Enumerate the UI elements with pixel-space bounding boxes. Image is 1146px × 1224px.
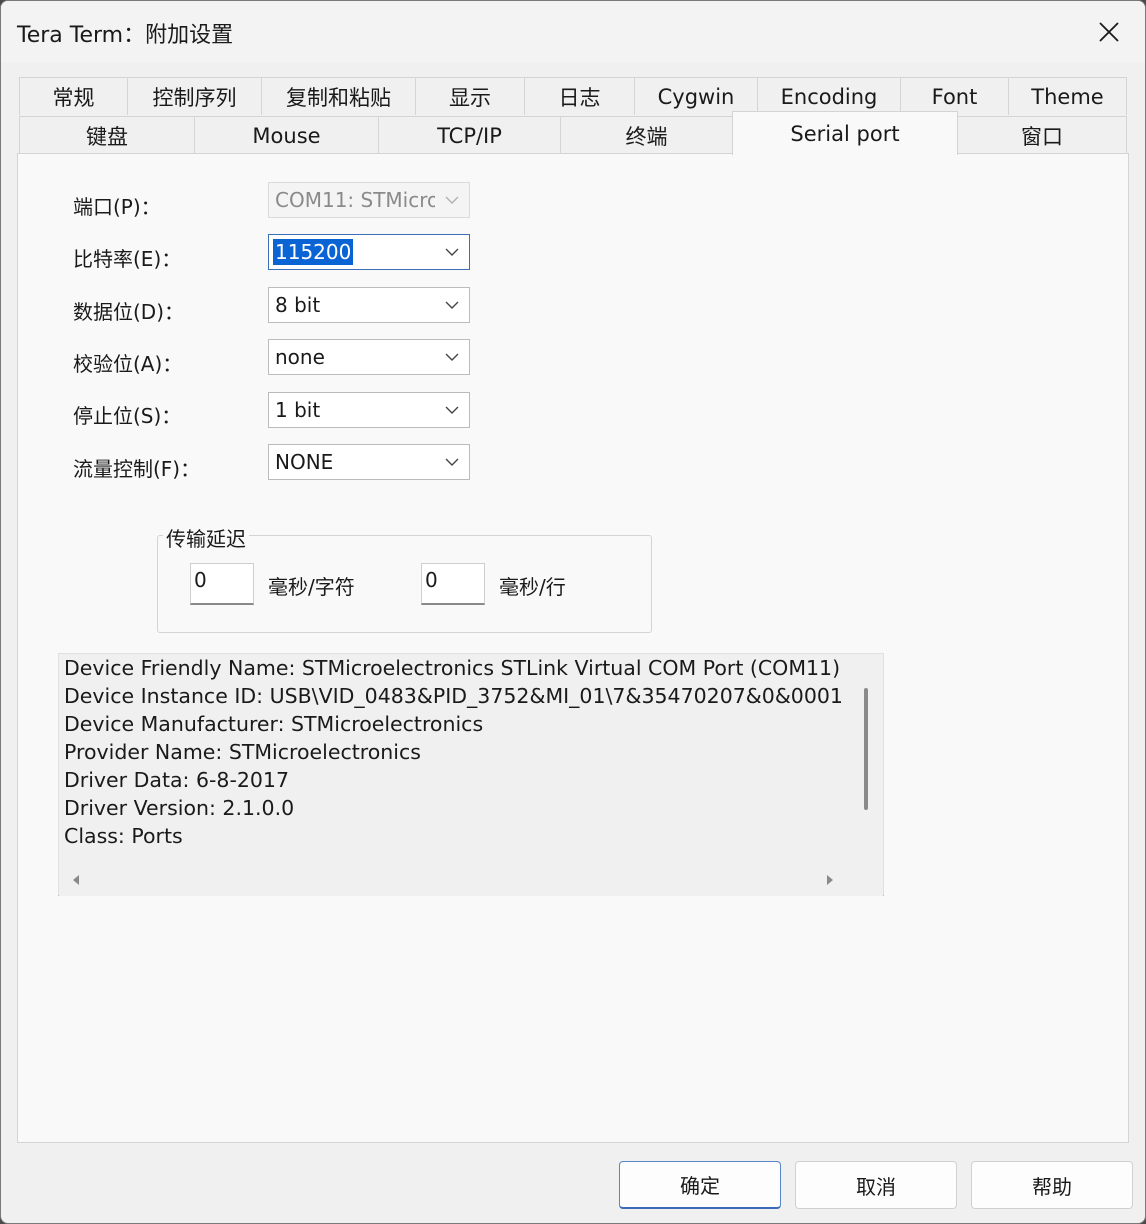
info-line: Class: Ports bbox=[64, 824, 183, 848]
info-line: Driver Version: 2.1.0.0 bbox=[64, 796, 295, 820]
tab-mouse[interactable]: Mouse bbox=[194, 116, 379, 154]
tab-log[interactable]: 日志 bbox=[524, 77, 635, 115]
tab-theme[interactable]: Theme bbox=[1008, 77, 1127, 115]
tab-display[interactable]: 显示 bbox=[415, 77, 525, 115]
tab-terminal[interactable]: 终端 bbox=[560, 116, 733, 154]
data-bits-label: 数据位(D)： bbox=[73, 300, 185, 324]
chevron-down-icon bbox=[445, 406, 459, 414]
tab-window[interactable]: 窗口 bbox=[957, 116, 1127, 154]
flow-control-value: NONE bbox=[275, 450, 334, 474]
scroll-right-icon[interactable] bbox=[825, 874, 835, 886]
baud-label: 比特率(E)： bbox=[73, 247, 182, 271]
tab-font[interactable]: Font bbox=[900, 77, 1009, 115]
char-delay-unit: 毫秒/字符 bbox=[268, 575, 355, 599]
stop-bits-select[interactable]: 1 bit bbox=[268, 392, 470, 428]
window-title: Tera Term：附加设置 bbox=[17, 23, 234, 48]
settings-dialog: Tera Term：附加设置 常规 控制序列 复制和粘贴 显示 日志 Cygwi… bbox=[0, 0, 1146, 1224]
char-delay-input[interactable]: 0 bbox=[190, 563, 254, 605]
chevron-down-icon bbox=[445, 458, 459, 466]
info-line: Device Friendly Name: STMicroelectronics… bbox=[64, 656, 841, 680]
tab-serial-port[interactable]: Serial port bbox=[732, 111, 958, 155]
help-button[interactable]: 帮助 bbox=[971, 1161, 1133, 1209]
port-select[interactable]: COM11: STMicro bbox=[268, 182, 470, 218]
info-line: Device Instance ID: USB\VID_0483&PID_375… bbox=[64, 684, 843, 708]
port-value: COM11: STMicro bbox=[275, 188, 435, 212]
title-bar: Tera Term：附加设置 bbox=[1, 1, 1145, 63]
baud-value: 115200 bbox=[273, 239, 354, 265]
horizontal-scrollbar[interactable] bbox=[59, 862, 883, 896]
device-info-box[interactable]: Device Friendly Name: STMicroelectronics… bbox=[58, 653, 884, 896]
port-label: 端口(P)： bbox=[73, 195, 161, 219]
line-delay-input[interactable]: 0 bbox=[421, 563, 485, 605]
stop-bits-label: 停止位(S)： bbox=[73, 404, 182, 428]
stop-bits-value: 1 bit bbox=[275, 398, 321, 422]
tab-encoding[interactable]: Encoding bbox=[757, 77, 901, 115]
tab-keyboard[interactable]: 键盘 bbox=[19, 116, 195, 154]
chevron-down-icon bbox=[445, 196, 459, 204]
tab-tcpip[interactable]: TCP/IP bbox=[378, 116, 561, 154]
info-line: Driver Data: 6-8-2017 bbox=[64, 768, 290, 792]
chevron-down-icon bbox=[445, 301, 459, 309]
transmit-delay-title: 传输延迟 bbox=[163, 523, 249, 552]
tab-cygwin[interactable]: Cygwin bbox=[634, 77, 758, 115]
close-button[interactable] bbox=[1073, 1, 1145, 63]
flow-control-select[interactable]: NONE bbox=[268, 444, 470, 480]
tab-copy-paste[interactable]: 复制和粘贴 bbox=[261, 77, 416, 115]
chevron-down-icon bbox=[445, 248, 459, 256]
line-delay-unit: 毫秒/行 bbox=[499, 575, 566, 599]
tab-control-sequence[interactable]: 控制序列 bbox=[127, 77, 262, 115]
parity-value: none bbox=[275, 345, 325, 369]
info-line: Device Manufacturer: STMicroelectronics bbox=[64, 712, 484, 736]
baud-select[interactable]: 115200 bbox=[268, 234, 470, 270]
flow-control-label: 流量控制(F)： bbox=[73, 457, 201, 481]
close-icon bbox=[1099, 22, 1119, 42]
parity-select[interactable]: none bbox=[268, 339, 470, 375]
cancel-button[interactable]: 取消 bbox=[795, 1161, 957, 1209]
scroll-left-icon[interactable] bbox=[71, 874, 81, 886]
chevron-down-icon bbox=[445, 353, 459, 361]
data-bits-value: 8 bit bbox=[275, 293, 321, 317]
parity-label: 校验位(A)： bbox=[73, 352, 183, 376]
tab-general[interactable]: 常规 bbox=[19, 77, 128, 115]
ok-button[interactable]: 确定 bbox=[619, 1161, 781, 1209]
data-bits-select[interactable]: 8 bit bbox=[268, 287, 470, 323]
vertical-scrollbar-thumb[interactable] bbox=[864, 688, 868, 810]
info-line: Provider Name: STMicroelectronics bbox=[64, 740, 421, 764]
